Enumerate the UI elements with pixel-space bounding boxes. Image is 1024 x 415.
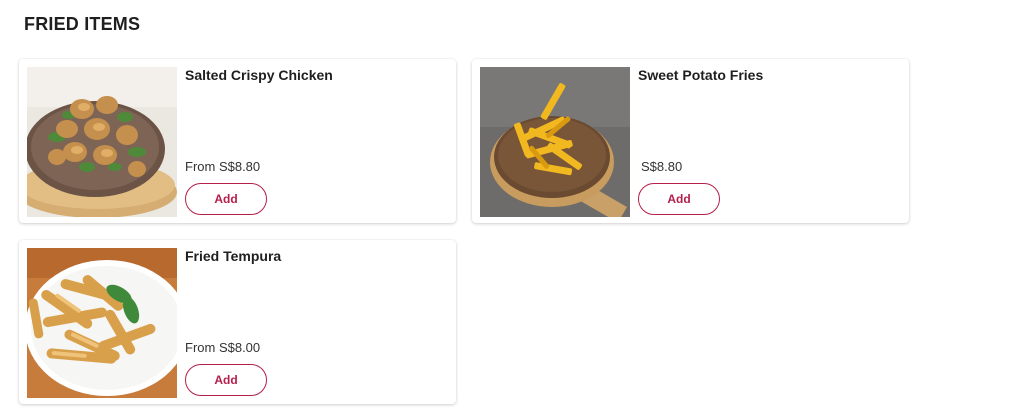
section-title: FRIED ITEMS xyxy=(24,14,141,34)
item-price: From S$8.00 xyxy=(185,340,261,355)
add-button[interactable]: Add xyxy=(638,183,720,215)
menu-item-card[interactable]: Salted Crispy Chicken From S$8.80 Add xyxy=(19,59,456,223)
item-name[interactable]: Sweet Potato Fries xyxy=(638,67,763,83)
item-price: From S$8.80 xyxy=(185,159,261,174)
item-name[interactable]: Salted Crispy Chicken xyxy=(185,67,333,83)
menu-item-card[interactable]: Fried Tempura From S$8.00 Add xyxy=(19,240,456,404)
item-price: S$8.80 xyxy=(641,159,683,174)
sweet-potato-fries-image[interactable] xyxy=(480,67,630,217)
menu-item-card[interactable]: Sweet Potato Fries S$8.80 Add xyxy=(472,59,909,223)
add-button[interactable]: Add xyxy=(185,183,267,215)
fried-tempura-image[interactable] xyxy=(27,248,177,398)
item-name[interactable]: Fried Tempura xyxy=(185,248,281,264)
menu-page: FRIED ITEMS Salted Crispy Chicken From S… xyxy=(0,0,1024,415)
salted-crispy-chicken-image[interactable] xyxy=(27,67,177,217)
add-button[interactable]: Add xyxy=(185,364,267,396)
